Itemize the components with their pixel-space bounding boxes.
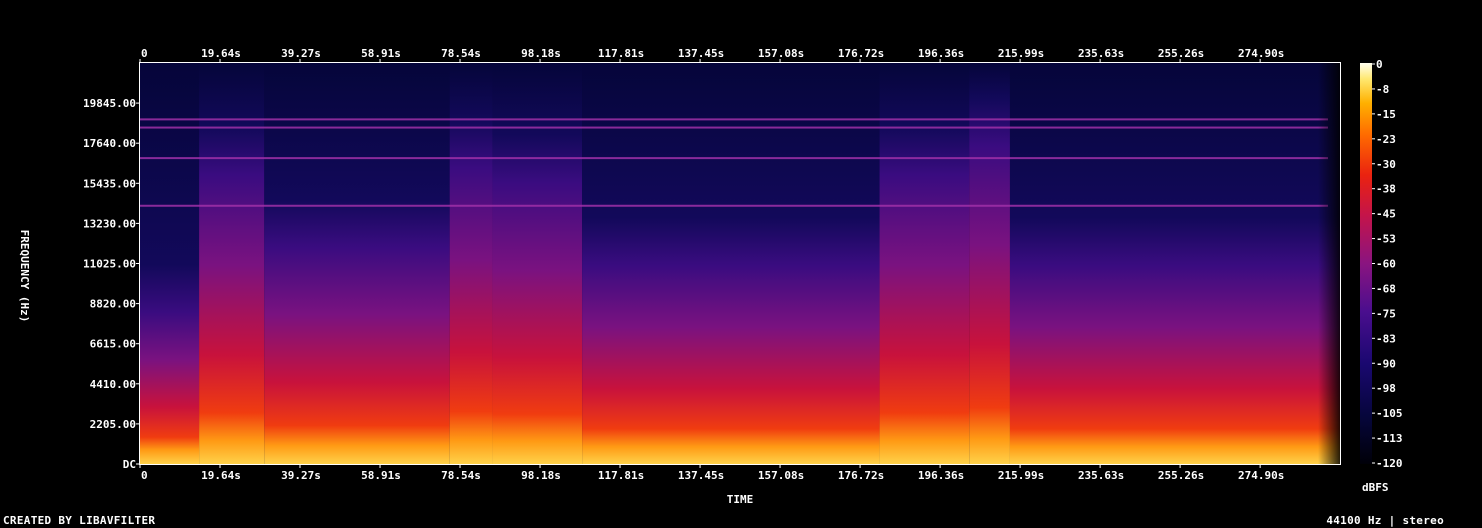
colorbar-tick-label: -113 [1376,432,1403,445]
tonal-line [140,118,1328,121]
y-tick-label: 13230.00 [83,217,136,230]
x-tick-label-bottom: 255.26s [1158,469,1204,482]
x-tick-label-top: 19.64s [201,47,241,60]
spectrogram-section [879,63,970,464]
x-tick-label-top: 98.18s [521,47,561,60]
colorbar-tick-label: -45 [1376,208,1396,221]
spectrogram-section [140,63,200,464]
colorbar-scale [1360,63,1372,464]
x-tick-label-top: 137.45s [678,47,724,60]
y-tick-label: 4410.00 [90,378,136,391]
x-tick-label-bottom: 157.08s [758,469,804,482]
spectrogram-section [969,63,1010,464]
x-tick-label-top: 255.26s [1158,47,1204,60]
colorbar-tick-label: -60 [1376,258,1396,271]
spectrogram-sections [140,63,1340,464]
x-tick-label-top: 58.91s [361,47,401,60]
colorbar-tick-label: -68 [1376,282,1396,295]
x-ticks-bottom: 0 19.64s 39.27s 58.91s 78.54s 98.18s 117.81s 13… [139,464,1284,482]
spectrogram-section [1009,63,1340,464]
x-tick-label-bottom: 274.90s [1238,469,1284,482]
colorbar-tick-label: -90 [1376,357,1396,370]
trailing-edge-fade [1318,63,1340,464]
footer-credit: CREATED BY LIBAVFILTER [3,514,156,527]
x-tick-label-bottom: 196.36s [918,469,964,482]
colorbar-tick-label: -8 [1376,83,1389,96]
spectrogram-chart: 0 19.64s 39.27s 58.91s 78.54s 98.18s 117.81s 13… [18,47,1403,506]
x-tick-label-top: 39.27s [281,47,321,60]
x-tick-label-bottom: 176.72s [838,469,884,482]
colorbar-tick-label: -23 [1376,133,1396,146]
colorbar-tick-label: -120 [1376,457,1403,470]
y-tick-label: 6615.00 [90,338,136,351]
colorbar-tick-label: -53 [1376,233,1396,246]
spectrogram-section [582,63,880,464]
x-tick-label-top: 78.54s [441,47,481,60]
y-tick-label: 11025.00 [83,258,136,271]
colorbar-tick-label: -30 [1376,158,1396,171]
y-axis-label: FREQUENCY (Hz) [18,230,31,323]
x-tick-label-bottom: 58.91s [361,469,401,482]
tonal-line [140,157,1328,160]
colorbar-tick-label: -83 [1376,332,1396,345]
x-tick-label-top: 117.81s [598,47,644,60]
colorbar-label: dBFS [1362,481,1389,494]
y-tick-label: 8820.00 [90,298,136,311]
x-tick-label-bottom: 19.64s [201,469,241,482]
x-tick-label-bottom: 137.45s [678,469,724,482]
spectrogram-section [199,63,265,464]
x-tick-label-bottom: 39.27s [281,469,321,482]
x-tick-label-bottom: 98.18s [521,469,561,482]
colorbar-tick-label: 0 [1376,58,1383,71]
y-tick-label: 17640.00 [83,137,136,150]
colorbar-tick-label: -15 [1376,108,1396,121]
x-tick-label-bottom: 0 [141,469,148,482]
colorbar-tick-label: -98 [1376,382,1396,395]
y-tick-label: 15435.00 [83,177,136,190]
spectrogram-section [492,63,583,464]
spectrogram-section [264,63,450,464]
y-tick-label: 19845.00 [83,97,136,110]
x-ticks-top: 0 19.64s 39.27s 58.91s 78.54s 98.18s 117.81s 13… [139,47,1284,63]
x-tick-label-top: 176.72s [838,47,884,60]
x-axis-label: TIME [727,493,754,506]
colorbar-tick-label: -75 [1376,307,1396,320]
x-tick-label-bottom: 215.99s [998,469,1044,482]
spectrogram-section [449,63,493,464]
tonal-line [140,204,1328,207]
colorbar-tick-label: -38 [1376,183,1396,196]
x-tick-label-top: 0 [141,47,148,60]
x-tick-label-bottom: 235.63s [1078,469,1124,482]
x-tick-label-bottom: 78.54s [441,469,481,482]
x-tick-label-top: 157.08s [758,47,804,60]
y-ticks: DC 2205.00 4410.00 6615.00 8820.00 11025.00 13… [83,97,140,471]
y-tick-label: 2205.00 [90,418,136,431]
x-tick-label-top: 235.63s [1078,47,1124,60]
colorbar: 0 -8 -15 -23 -30 -38 -45 -53 -60 -68 -75 -83 -90 -98 -… [1360,58,1403,494]
x-tick-label-bottom: 117.81s [598,469,644,482]
x-tick-label-top: 196.36s [918,47,964,60]
colorbar-ticks: 0 -8 -15 -23 -30 -38 -45 -53 -60 -68 -75 -83 -90 -98 -… [1372,58,1403,470]
x-tick-label-top: 215.99s [998,47,1044,60]
tonal-line [140,126,1328,129]
footer-audio-info: 44100 Hz | stereo [1326,514,1444,527]
colorbar-tick-label: -105 [1376,407,1403,420]
x-tick-label-top: 274.90s [1238,47,1284,60]
y-tick-label: DC [123,458,136,471]
spectrogram-plot-area [140,63,1340,464]
